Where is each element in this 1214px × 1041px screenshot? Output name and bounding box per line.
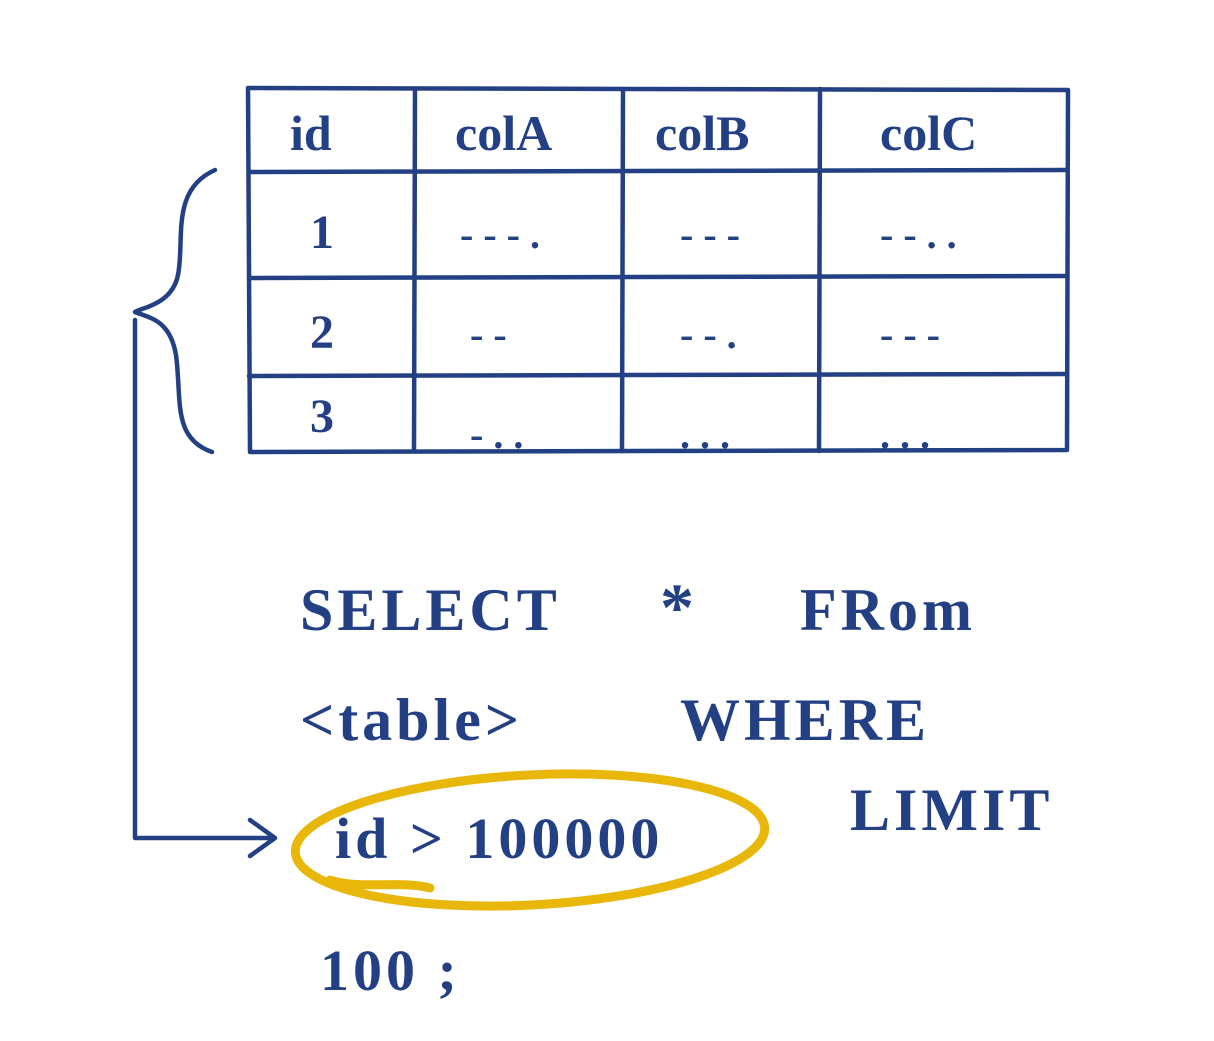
row2-a: - - xyxy=(470,312,507,357)
row2-b: - - . xyxy=(680,312,737,357)
sql-star: * xyxy=(660,569,698,645)
sql-from: FRom xyxy=(800,577,976,643)
sql-table: <table> xyxy=(300,687,523,753)
data-table: id colA colB colC 1 - - - . - - - - - . … xyxy=(248,88,1068,457)
row3-a: - . . xyxy=(470,412,523,457)
row1-c: - - . . xyxy=(880,212,957,257)
sql-query: SELECT * FRom <table> WHERE id > 100000 … xyxy=(292,569,1053,1003)
header-colC: colC xyxy=(880,105,977,161)
row2-c: - - - xyxy=(880,312,940,357)
row1-b: - - - xyxy=(680,212,740,257)
sql-where: WHERE xyxy=(680,687,930,753)
row1-id: 1 xyxy=(310,206,334,259)
row3-id: 3 xyxy=(310,390,334,443)
sql-condition: id > 100000 xyxy=(335,806,663,871)
header-colA: colA xyxy=(455,105,552,161)
brace-icon xyxy=(135,170,215,452)
header-id: id xyxy=(290,105,332,161)
sql-limitval: 100 ; xyxy=(320,938,461,1003)
arrow-icon xyxy=(135,320,275,856)
sql-limit: LIMIT xyxy=(850,777,1053,843)
header-colB: colB xyxy=(655,105,749,161)
row2-id: 2 xyxy=(310,306,334,359)
row3-c: . . . xyxy=(880,412,930,457)
row3-b: . . . xyxy=(680,412,730,457)
row1-a: - - - . xyxy=(460,212,540,257)
sql-select: SELECT xyxy=(300,577,561,643)
